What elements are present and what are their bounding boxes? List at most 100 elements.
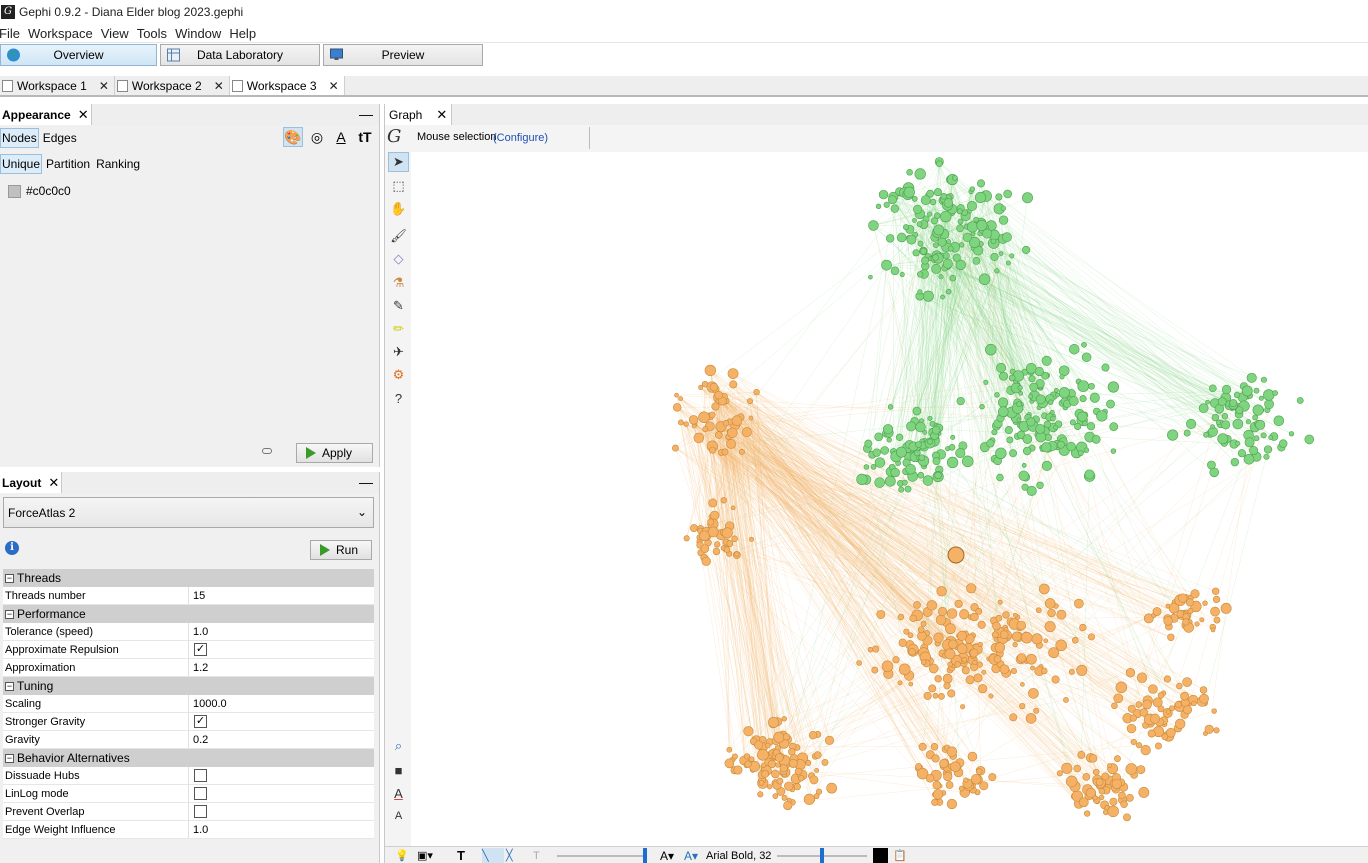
graph-node[interactable] <box>708 498 718 508</box>
graph-node[interactable] <box>917 471 925 479</box>
graph-node[interactable] <box>1255 419 1266 430</box>
graph-node[interactable] <box>947 661 953 668</box>
graph-node[interactable] <box>956 208 963 215</box>
graph-node[interactable] <box>961 666 970 675</box>
graph-node[interactable] <box>995 193 1003 201</box>
graph-node[interactable] <box>1098 787 1106 795</box>
graph-node[interactable] <box>1057 440 1065 449</box>
graph-node[interactable] <box>938 693 945 700</box>
graph-node[interactable] <box>672 444 679 452</box>
graph-node[interactable] <box>926 600 937 611</box>
menu-tools[interactable]: Tools <box>137 26 171 41</box>
font-color-icon[interactable]: A <box>388 783 409 803</box>
graph-node[interactable] <box>1039 583 1050 595</box>
graph-node[interactable] <box>1050 415 1056 422</box>
graph-node[interactable] <box>1044 621 1056 633</box>
graph-node[interactable] <box>1079 623 1087 632</box>
graph-node[interactable] <box>948 639 958 649</box>
close-icon[interactable]: ✕ <box>78 107 89 123</box>
graph-node[interactable] <box>1272 390 1278 396</box>
graph-node[interactable] <box>1209 384 1217 393</box>
graph-node[interactable] <box>912 249 920 257</box>
graph-node[interactable] <box>988 773 997 782</box>
checkbox[interactable]: ✓ <box>194 643 207 656</box>
airplane-icon[interactable]: ✈ <box>388 342 409 362</box>
graph-node[interactable] <box>748 415 754 421</box>
graph-node[interactable] <box>925 774 935 783</box>
close-icon[interactable]: ✕ <box>99 79 109 93</box>
graph-node[interactable] <box>1096 410 1108 422</box>
graph-node[interactable] <box>876 609 886 619</box>
text-icon[interactable]: T <box>457 848 465 863</box>
graph-node[interactable] <box>741 427 752 438</box>
graph-node[interactable] <box>899 272 905 278</box>
graph-node[interactable] <box>714 390 723 400</box>
graph-node[interactable] <box>856 660 862 666</box>
link-icon[interactable] <box>262 448 272 454</box>
graph-node[interactable] <box>972 256 981 265</box>
workspace-tab-3[interactable]: Workspace 3 ✕ <box>229 76 345 95</box>
graph-node[interactable] <box>1148 684 1158 694</box>
configure-link[interactable]: (Configure) <box>493 132 548 144</box>
graph-node[interactable] <box>949 274 957 282</box>
graph-node[interactable] <box>1264 399 1274 410</box>
graph-node[interactable] <box>956 396 965 406</box>
graph-node[interactable] <box>746 398 754 405</box>
graph-node[interactable] <box>1095 778 1104 786</box>
graph-node[interactable] <box>996 362 1007 373</box>
graph-node[interactable] <box>999 664 1010 675</box>
graph-node[interactable] <box>881 660 894 673</box>
graph-node[interactable] <box>934 471 942 480</box>
graph-node[interactable] <box>1028 375 1036 383</box>
graph-node[interactable] <box>1213 727 1220 734</box>
graph-node[interactable] <box>1233 391 1241 399</box>
graph-node[interactable] <box>1088 382 1095 390</box>
workspace-tab-1[interactable]: Workspace 1 ✕ <box>0 76 115 95</box>
graph-node[interactable] <box>864 439 873 448</box>
graph-node[interactable] <box>1260 376 1267 383</box>
graph-node[interactable] <box>721 527 733 539</box>
graph-node[interactable] <box>672 403 682 412</box>
graph-node[interactable] <box>1178 593 1188 603</box>
graph-node[interactable] <box>1012 641 1018 648</box>
graph-node[interactable] <box>890 204 899 213</box>
overview-button[interactable]: Overview <box>0 44 157 66</box>
graph-node[interactable] <box>895 433 904 442</box>
palette-icon[interactable]: 🎨 <box>283 127 303 147</box>
graph-node[interactable] <box>985 343 997 356</box>
graph-node[interactable] <box>1140 745 1151 756</box>
graph-node[interactable] <box>930 742 939 751</box>
property-value[interactable]: 1.2 <box>189 659 208 676</box>
graph-node[interactable] <box>945 623 956 635</box>
graph-node[interactable] <box>726 439 736 449</box>
checkbox[interactable] <box>194 805 207 818</box>
property-value[interactable]: 0.2 <box>189 731 208 748</box>
graph-node[interactable] <box>674 392 679 398</box>
graph-node[interactable] <box>782 733 791 741</box>
graph-node[interactable] <box>995 614 1003 622</box>
graph-node[interactable] <box>908 648 916 656</box>
graph-node[interactable] <box>972 659 978 665</box>
close-icon[interactable]: ✕ <box>214 79 224 93</box>
graph-node[interactable] <box>1022 192 1033 204</box>
graph-node[interactable] <box>1125 763 1138 775</box>
graph-node[interactable] <box>927 415 933 421</box>
graph-node[interactable] <box>1182 618 1190 626</box>
graph-node[interactable] <box>1190 589 1200 599</box>
graph-node[interactable] <box>946 239 951 244</box>
graph-node[interactable] <box>1182 677 1192 687</box>
graph-node[interactable] <box>1136 672 1148 683</box>
graph-node[interactable] <box>1000 205 1007 211</box>
font-icon[interactable]: A <box>388 806 409 826</box>
nodes-tab[interactable]: Nodes <box>0 128 39 148</box>
graph-node[interactable] <box>916 221 923 227</box>
graph-node[interactable] <box>794 767 803 776</box>
graph-node[interactable] <box>1101 772 1110 781</box>
graph-node[interactable] <box>730 505 736 511</box>
graph-node[interactable] <box>678 396 683 401</box>
graph-node[interactable] <box>1205 399 1210 405</box>
graph-node[interactable] <box>932 789 944 800</box>
graph-node[interactable] <box>805 760 812 766</box>
clipboard-icon[interactable]: 📋 <box>893 848 907 863</box>
collapse-icon[interactable]: − <box>5 753 14 763</box>
